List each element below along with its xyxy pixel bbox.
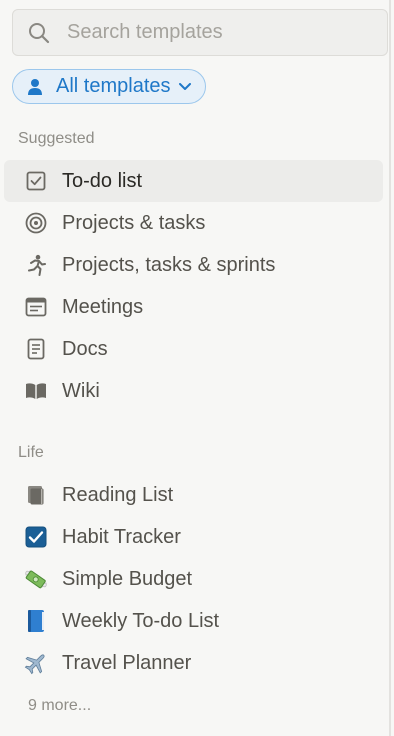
template-item-label: Weekly To-do List	[62, 609, 220, 632]
running-person-icon	[24, 253, 48, 277]
template-item-docs[interactable]: Docs	[4, 328, 383, 370]
filter-label: All templates	[56, 75, 171, 97]
checkbox-icon	[24, 169, 48, 193]
blue-book-icon	[24, 609, 48, 633]
document-icon	[24, 337, 48, 361]
template-item-reading-list[interactable]: Reading List	[4, 474, 383, 516]
template-item-to-do-list[interactable]: To-do list	[4, 160, 383, 202]
template-item-meetings[interactable]: Meetings	[4, 286, 383, 328]
books-icon	[24, 483, 48, 507]
template-item-wiki[interactable]: Wiki	[4, 370, 383, 412]
airplane-icon	[24, 651, 48, 675]
template-item-simple-budget[interactable]: Simple Budget	[4, 558, 383, 600]
template-item-label: Meetings	[62, 295, 144, 318]
section-label-life: Life	[18, 444, 44, 461]
calendar-icon	[24, 295, 48, 319]
template-item-label: Travel Planner	[62, 651, 192, 674]
template-item-projects-tasks[interactable]: Projects & tasks	[4, 202, 383, 244]
open-book-icon	[24, 379, 48, 403]
template-item-label: Simple Budget	[62, 567, 193, 590]
section-label-suggested: Suggested	[18, 130, 95, 147]
template-item-weekly-to-do-list[interactable]: Weekly To-do List	[4, 600, 383, 642]
template-item-label: Projects & tasks	[62, 211, 206, 234]
templates-panel: All templates Suggested To-do list Proje…	[0, 0, 391, 736]
template-item-label: To-do list	[62, 169, 143, 192]
template-item-label: Docs	[62, 337, 108, 360]
template-item-label: Reading List	[62, 483, 174, 506]
template-item-habit-tracker[interactable]: Habit Tracker	[4, 516, 383, 558]
all-templates-filter-button[interactable]: All templates	[12, 69, 206, 104]
target-icon	[24, 211, 48, 235]
template-item-travel-planner[interactable]: Travel Planner	[4, 642, 383, 684]
template-item-label: Habit Tracker	[62, 525, 181, 548]
search-box[interactable]	[12, 9, 388, 56]
search-icon	[27, 21, 51, 45]
template-item-projects-tasks-sprints[interactable]: Projects, tasks & sprints	[4, 244, 383, 286]
search-input[interactable]	[67, 21, 357, 44]
template-item-label: Projects, tasks & sprints	[62, 253, 276, 276]
template-item-label: Wiki	[62, 379, 100, 402]
chevron-down-icon	[178, 81, 191, 93]
check-mark-button-icon	[24, 525, 48, 549]
money-with-wings-icon	[24, 567, 48, 591]
person-icon	[27, 78, 43, 96]
more-templates-link[interactable]: 9 more...	[28, 697, 91, 715]
